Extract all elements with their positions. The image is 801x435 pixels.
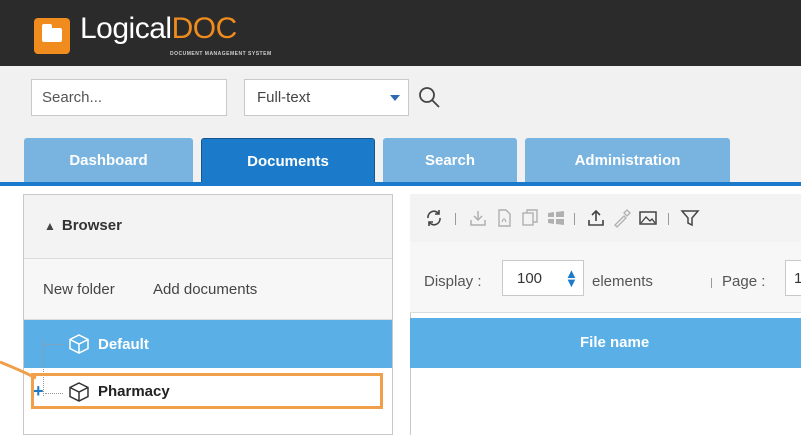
workspace-cube-icon (69, 334, 89, 354)
pdf-icon[interactable] (494, 208, 514, 228)
upload-icon[interactable] (586, 208, 606, 228)
pager-separator (711, 278, 712, 288)
chevron-down-icon (390, 95, 400, 101)
logo-subtitle: DOCUMENT MANAGEMENT SYSTEM (170, 51, 272, 57)
copy-icon[interactable] (520, 208, 540, 228)
dropper-icon[interactable] (612, 208, 632, 228)
filter-icon[interactable] (680, 208, 700, 228)
page-label: Page : (722, 273, 766, 290)
tree-item-default[interactable]: Default (98, 336, 149, 353)
new-folder-link[interactable]: New folder (43, 281, 115, 298)
search-input[interactable] (31, 79, 227, 116)
page-number-input[interactable]: 1 (785, 260, 801, 296)
highlight-box (31, 373, 383, 409)
toolbar-separator (455, 213, 456, 225)
spinner-icon[interactable]: ▲ ▼ (565, 267, 578, 289)
logo-part2: DOC (171, 12, 238, 45)
refresh-icon[interactable] (424, 208, 444, 228)
download-icon[interactable] (468, 208, 488, 228)
browser-title-label: Browser (61, 217, 122, 234)
elements-label: elements (592, 273, 653, 290)
image-icon[interactable] (638, 208, 658, 228)
office-icon[interactable] (546, 208, 566, 228)
display-label: Display : (424, 273, 482, 290)
tab-administration[interactable]: Administration (525, 138, 730, 182)
browser-title[interactable]: ▲ Browser (44, 217, 122, 234)
tab-documents[interactable]: Documents (201, 138, 375, 182)
search-icon[interactable] (418, 86, 442, 110)
logo-part1: Logical (80, 12, 172, 45)
add-documents-link[interactable]: Add documents (153, 281, 257, 298)
toolbar-separator (668, 213, 669, 225)
search-mode-value: Full-text (257, 89, 311, 106)
tree-connector (43, 344, 63, 345)
tab-search[interactable]: Search (383, 138, 517, 182)
display-count-value: 100 (517, 270, 543, 287)
display-count-input[interactable]: 100 ▲ ▼ (502, 260, 584, 296)
logo-icon (34, 18, 70, 54)
collapse-up-icon: ▲ (44, 219, 56, 233)
column-header-filename[interactable]: File name (580, 334, 649, 351)
tab-underline (0, 182, 801, 186)
toolbar-separator (574, 213, 575, 225)
logo: LogicalDOC (80, 12, 237, 46)
search-mode-select[interactable]: Full-text (244, 79, 409, 116)
page-number-value: 1 (794, 270, 801, 287)
tab-dashboard[interactable]: Dashboard (24, 138, 193, 182)
